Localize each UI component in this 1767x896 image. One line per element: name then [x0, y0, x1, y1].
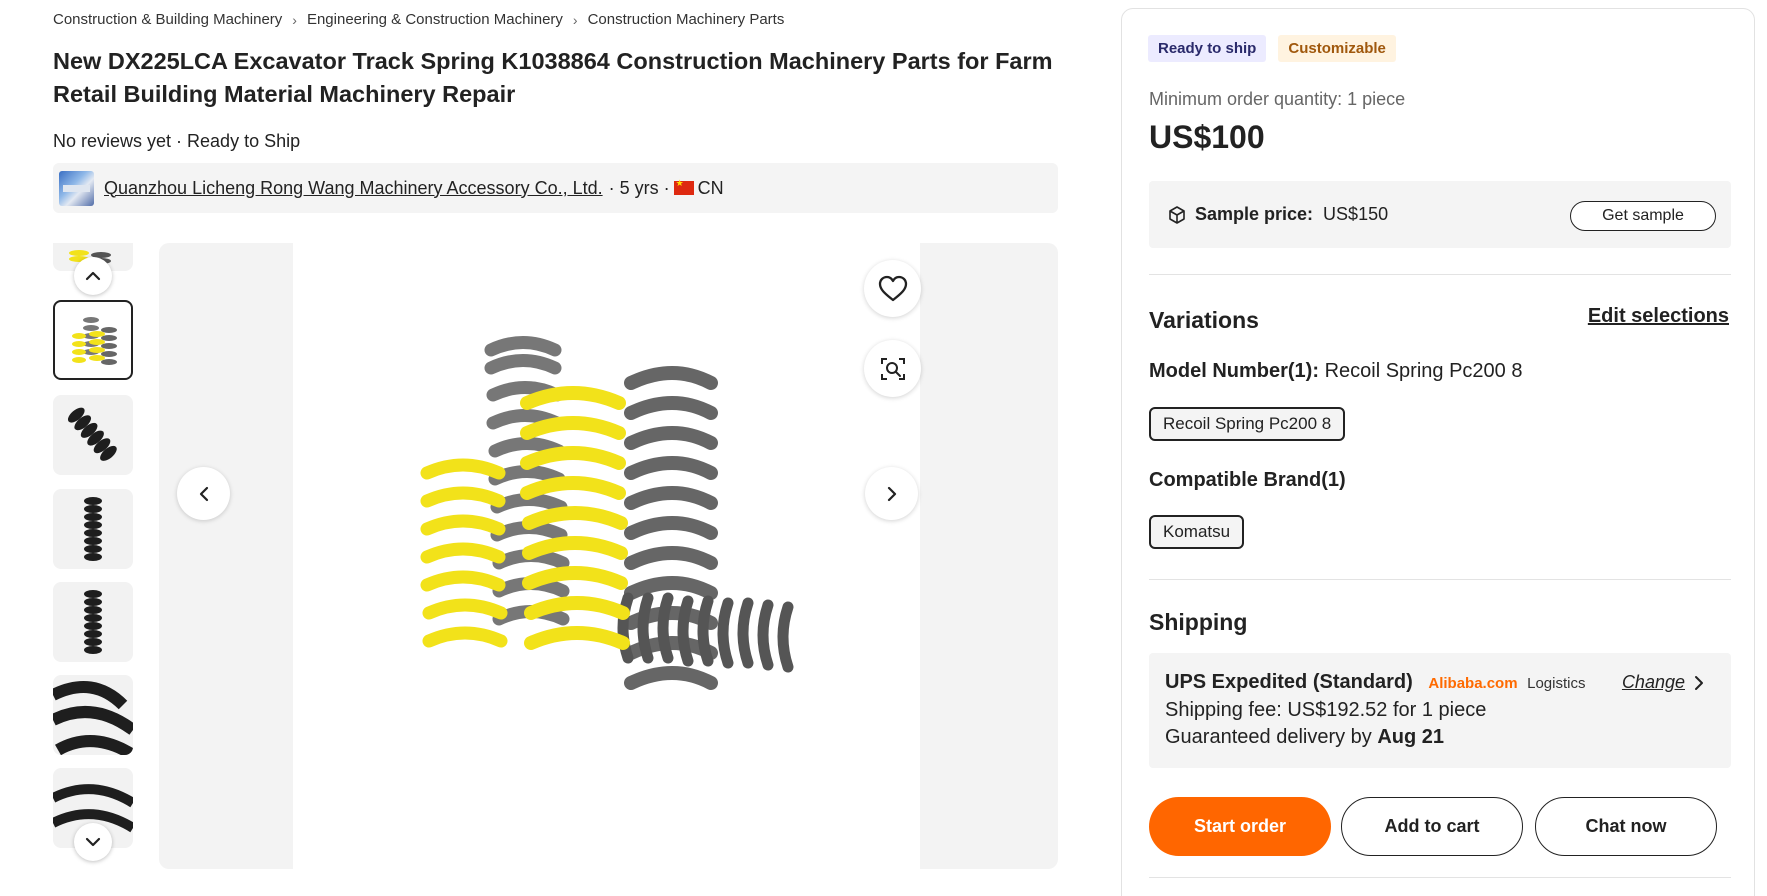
sample-price-box: Sample price: US$150 Get sample	[1149, 181, 1731, 248]
brand-option-chip[interactable]: Komatsu	[1149, 515, 1245, 549]
thumbnail-scroll-up-button[interactable]	[74, 257, 112, 295]
delivery-prefix: Guaranteed delivery by	[1165, 726, 1372, 748]
sample-price-value: US$150	[1323, 204, 1389, 224]
model-option-chip[interactable]: Recoil Spring Pc200 8	[1149, 407, 1346, 441]
divider	[1149, 579, 1731, 580]
supplier-years: · 5 yrs ·	[608, 177, 670, 198]
chevron-down-icon	[85, 837, 101, 847]
heart-icon	[878, 275, 907, 301]
chevron-right-icon: ›	[572, 11, 578, 28]
logistics-label: Logistics	[1527, 675, 1586, 692]
breadcrumb: Construction & Building Machinery › Engi…	[53, 11, 784, 28]
image-search-icon	[880, 357, 905, 380]
thumbnail[interactable]	[53, 300, 133, 380]
favorite-button[interactable]	[864, 260, 921, 317]
chevron-left-icon	[199, 486, 208, 501]
breadcrumb-item[interactable]: Construction & Building Machinery	[53, 11, 282, 28]
review-status: No reviews yet · Ready to Ship	[53, 131, 301, 151]
breadcrumb-item[interactable]: Engineering & Construction Machinery	[307, 11, 563, 28]
supplier-logo	[59, 170, 94, 206]
variations-title: Variations	[1149, 307, 1259, 333]
thumbnail[interactable]	[53, 675, 133, 755]
shipping-method: UPS Expedited (Standard)	[1165, 671, 1413, 693]
breadcrumb-item[interactable]: Construction Machinery Parts	[588, 11, 785, 28]
model-number-line: Model Number(1): Recoil Spring Pc200 8	[1149, 360, 1522, 383]
purchase-panel: Ready to ship Customizable Minimum order…	[1121, 8, 1755, 896]
badge-row: Ready to ship Customizable	[1148, 35, 1396, 62]
box-icon	[1169, 205, 1185, 224]
shipping-title: Shipping	[1149, 609, 1248, 635]
divider	[1149, 274, 1731, 275]
delivery-date: Aug 21	[1377, 726, 1445, 748]
previous-image-button[interactable]	[177, 467, 230, 520]
change-shipping-link[interactable]: Change	[1622, 669, 1705, 696]
thumbnail-scroll-down-button[interactable]	[74, 823, 112, 861]
alibaba-logo: Alibaba.com	[1428, 675, 1518, 692]
supplier-name-link[interactable]: Quanzhou Licheng Rong Wang Machinery Acc…	[104, 178, 603, 199]
thumbnail[interactable]	[53, 489, 133, 569]
minimum-order-quantity: Minimum order quantity: 1 piece	[1149, 89, 1406, 109]
next-image-button[interactable]	[865, 467, 918, 520]
add-to-cart-button[interactable]: Add to cart	[1341, 797, 1523, 856]
supplier-country: CN	[697, 177, 724, 198]
price: US$100	[1149, 119, 1265, 155]
sample-price-label: Sample price:	[1195, 204, 1314, 224]
product-title: New DX225LCA Excavator Track Spring K103…	[53, 48, 1053, 107]
main-product-image	[159, 243, 1058, 869]
change-label: Change	[1621, 672, 1685, 692]
thumbnail-strip	[53, 243, 133, 869]
chevron-right-icon	[1695, 675, 1703, 690]
compatible-brand-label: Compatible Brand(1)	[1149, 469, 1346, 491]
compatible-brand-line: Compatible Brand(1)	[1149, 469, 1346, 492]
thumbnail[interactable]	[53, 395, 133, 475]
divider	[1149, 877, 1731, 878]
chevron-right-icon	[887, 486, 896, 501]
get-sample-button[interactable]: Get sample	[1570, 201, 1716, 231]
edit-selections-link[interactable]: Edit selections	[1588, 305, 1729, 328]
image-search-button[interactable]	[864, 340, 921, 397]
model-number-label: Model Number(1):	[1149, 360, 1319, 382]
china-flag-icon	[673, 178, 694, 195]
ready-to-ship-badge: Ready to ship	[1148, 35, 1267, 62]
start-order-button[interactable]: Start order	[1149, 797, 1331, 856]
springs-image	[420, 336, 794, 690]
chat-now-button[interactable]: Chat now	[1535, 797, 1717, 856]
product-photo	[293, 243, 920, 869]
delivery-guarantee: Guaranteed delivery by Aug 21	[1165, 724, 1715, 751]
chevron-up-icon	[85, 271, 101, 281]
chevron-right-icon: ›	[292, 11, 297, 28]
shipping-box: UPS Expedited (Standard) Alibaba.com Log…	[1149, 653, 1731, 768]
shipping-fee: Shipping fee: US$192.52 for 1 piece	[1165, 699, 1487, 721]
supplier-bar: Quanzhou Licheng Rong Wang Machinery Acc…	[53, 163, 1058, 213]
customizable-badge: Customizable	[1278, 35, 1396, 62]
model-number-value: Recoil Spring Pc200 8	[1324, 360, 1523, 382]
thumbnail[interactable]	[53, 582, 133, 662]
